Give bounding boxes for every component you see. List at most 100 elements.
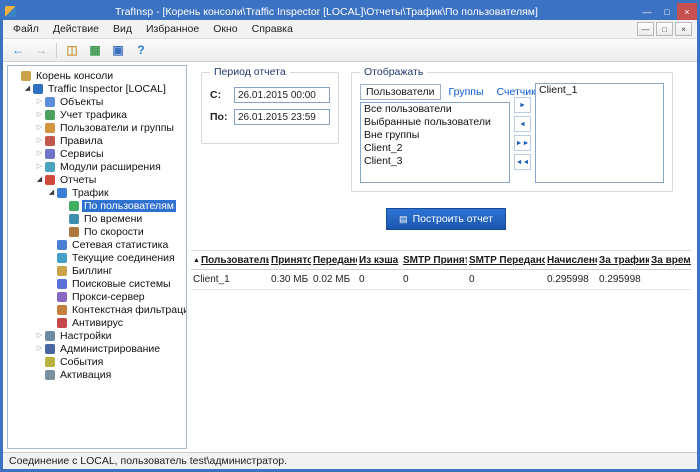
tree-item-objects[interactable]: ▷ Объекты: [8, 95, 186, 108]
table-row[interactable]: Client_1 0.30 МБ 0.02 МБ 0 0 0 0.295998 0.29599…: [191, 270, 691, 290]
tree-item-antivirus[interactable]: Антивирус: [8, 316, 186, 329]
move-right-button[interactable]: ►: [514, 97, 531, 113]
expander-expanded-icon[interactable]: ◢: [46, 189, 57, 196]
column-header-5[interactable]: SMTP Передано: [467, 251, 545, 269]
tree-item-by-time[interactable]: По времени: [8, 212, 186, 225]
tree-item-content-filtering[interactable]: Контекстная фильтрация: [8, 303, 186, 316]
build-report-button[interactable]: ▤ Построить отчет: [386, 208, 506, 230]
menu-action[interactable]: Действие: [46, 20, 106, 38]
expander-collapsed-icon[interactable]: ▷: [34, 124, 45, 131]
menu-favorites[interactable]: Избранное: [139, 20, 206, 38]
column-header-2[interactable]: Передано: [311, 251, 357, 269]
expander-collapsed-icon[interactable]: ▷: [34, 137, 45, 144]
report-icon: ▤: [399, 213, 408, 224]
tree-item-proxy-server[interactable]: Прокси-сервер: [8, 290, 186, 303]
tree-item-users-groups[interactable]: ▷ Пользователи и группы: [8, 121, 186, 134]
window-icon: ▣: [112, 43, 124, 57]
toolbar-window-button[interactable]: ▣: [107, 41, 129, 60]
mdi-restore-button[interactable]: □: [656, 22, 673, 36]
tree-item-network-statistics[interactable]: Сетевая статистика: [8, 238, 186, 251]
available-list-item[interactable]: Client_3: [361, 155, 509, 168]
tree-item-settings[interactable]: ▷ Настройки: [8, 329, 186, 342]
menu-help[interactable]: Справка: [245, 20, 300, 38]
expander-collapsed-icon[interactable]: ▷: [34, 163, 45, 170]
column-header-6[interactable]: Начислено: [545, 251, 597, 269]
toolbar-help-button[interactable]: ?: [130, 41, 152, 60]
column-header-label: Начислено: [547, 255, 597, 266]
tree-item-label: Биллинг: [72, 264, 113, 277]
tree-item-extension-modules[interactable]: ▷ Модули расширения: [8, 160, 186, 173]
tree-item-search-engines[interactable]: Поисковые системы: [8, 277, 186, 290]
tree-item-billing[interactable]: Биллинг: [8, 264, 186, 277]
tree-item-by-speed[interactable]: По скорости: [8, 225, 186, 238]
toolbar-back-button[interactable]: ←: [7, 41, 29, 60]
move-all-right-button[interactable]: ►►: [514, 135, 531, 151]
tab-groups[interactable]: Группы: [444, 85, 489, 99]
tree-item-traffic[interactable]: ◢ Трафик: [8, 186, 186, 199]
selected-list[interactable]: Client_1: [535, 83, 664, 183]
expander-collapsed-icon[interactable]: ▷: [34, 332, 45, 339]
rules-icon: [45, 135, 55, 146]
tree-item-administration[interactable]: ▷ Администрирование: [8, 342, 186, 355]
reports-icon: [45, 174, 55, 185]
proxy-server-icon: [57, 291, 67, 302]
tree-item-label: Администрирование: [60, 342, 161, 355]
expander-collapsed-icon[interactable]: ▷: [34, 345, 45, 352]
menu-bar: Файл Действие Вид Избранное Окно Справка — □ …: [3, 20, 697, 39]
tree-item-activation[interactable]: Активация: [8, 368, 186, 381]
available-list-item[interactable]: Вне группы: [361, 129, 509, 142]
mdi-close-button[interactable]: ×: [675, 22, 692, 36]
tree-item-services[interactable]: ▷ Сервисы: [8, 147, 186, 160]
available-list[interactable]: Все пользователи Выбранные пользователи Вн…: [360, 102, 510, 183]
report-table: ▲Пользователь Принято Передано Из кэша SMTP …: [191, 250, 691, 290]
tree-item-label: Сервисы: [60, 147, 104, 160]
tree-item-events[interactable]: События: [8, 355, 186, 368]
expander-expanded-icon[interactable]: ◢: [22, 85, 33, 92]
column-header-3[interactable]: Из кэша: [357, 251, 401, 269]
close-button[interactable]: ×: [677, 3, 697, 20]
toolbar-show-tree-button[interactable]: ◫: [61, 41, 83, 60]
tree-item-traffic-inspector-local[interactable]: ◢ Traffic Inspector [LOCAL]: [8, 82, 186, 95]
help-icon: ?: [137, 43, 145, 57]
tree-item-by-users[interactable]: По пользователям: [8, 199, 186, 212]
tree-item-current-connections[interactable]: Текущие соединения: [8, 251, 186, 264]
column-header-7[interactable]: За трафик: [597, 251, 649, 269]
toolbar-export-list-button[interactable]: ▦: [84, 41, 106, 60]
available-list-item[interactable]: Выбранные пользователи: [361, 116, 509, 129]
available-list-item[interactable]: Client_2: [361, 142, 509, 155]
toolbar-forward-button[interactable]: →: [30, 41, 52, 60]
tree-item-rules[interactable]: ▷ Правила: [8, 134, 186, 147]
move-left-button[interactable]: ◄: [514, 116, 531, 132]
menu-view[interactable]: Вид: [106, 20, 139, 38]
expander-collapsed-icon[interactable]: ▷: [34, 98, 45, 105]
menu-window[interactable]: Окно: [206, 20, 244, 38]
menu-file[interactable]: Файл: [6, 20, 46, 38]
period-to-label: По:: [210, 111, 228, 123]
events-icon: [45, 356, 55, 367]
column-header-8[interactable]: За время: [649, 251, 691, 269]
available-list-item[interactable]: Все пользователи: [361, 103, 509, 116]
tree-item-console-root[interactable]: Корень консоли: [8, 69, 186, 82]
maximize-button[interactable]: □: [657, 3, 677, 20]
table-cell: 0: [359, 274, 365, 285]
expander-expanded-icon[interactable]: ◢: [34, 176, 45, 183]
report-by-time-icon: [69, 213, 79, 224]
tree-item-traffic-accounting[interactable]: ▷ Учет трафика: [8, 108, 186, 121]
display-title: Отображать: [360, 66, 428, 78]
selected-list-item[interactable]: Client_1: [536, 84, 663, 97]
report-period-groupbox: Период отчета С: По:: [201, 66, 339, 144]
tree-item-reports[interactable]: ◢ Отчеты: [8, 173, 186, 186]
move-all-left-button[interactable]: ◄◄: [514, 154, 531, 170]
expander-collapsed-icon[interactable]: ▷: [34, 150, 45, 157]
period-to-input[interactable]: [234, 109, 330, 125]
column-header-4[interactable]: SMTP Принято: [401, 251, 467, 269]
period-from-input[interactable]: [234, 87, 330, 103]
column-header-1[interactable]: Принято: [269, 251, 311, 269]
minimize-button[interactable]: —: [637, 3, 657, 20]
column-header-0[interactable]: ▲Пользователь: [191, 251, 269, 269]
traffic-accounting-icon: [45, 109, 55, 120]
expander-collapsed-icon[interactable]: ▷: [34, 111, 45, 118]
tab-users[interactable]: Пользователи: [360, 83, 441, 100]
tree-item-label: Учет трафика: [60, 108, 128, 121]
mdi-minimize-button[interactable]: —: [637, 22, 654, 36]
